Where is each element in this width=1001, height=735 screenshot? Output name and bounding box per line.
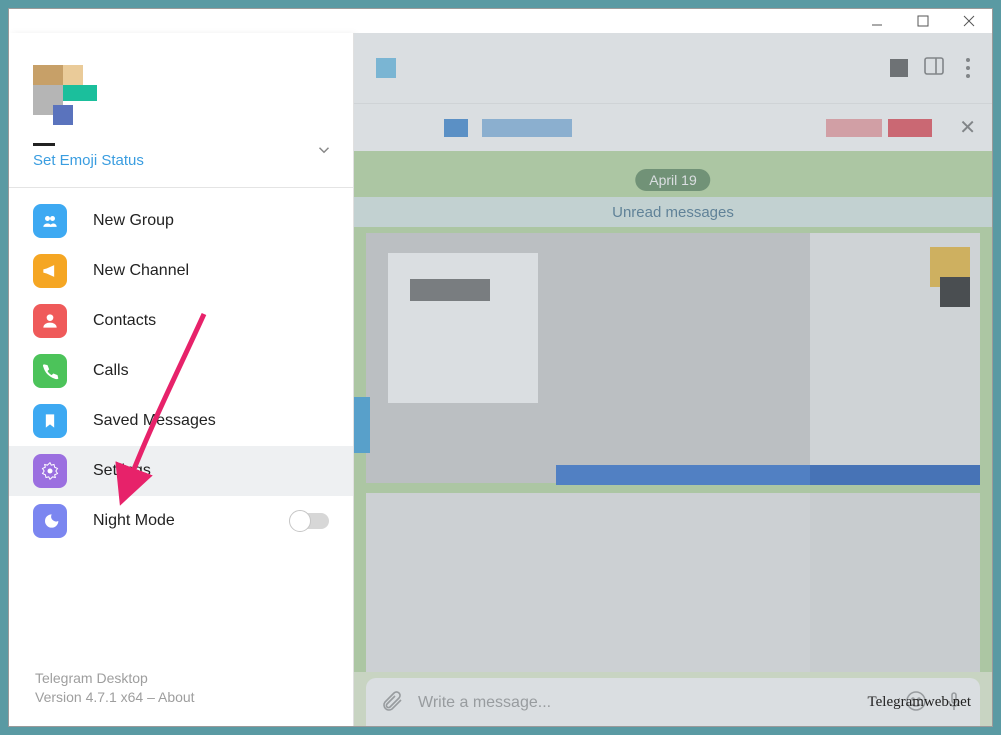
chat-avatar[interactable] — [376, 58, 396, 78]
titlebar — [9, 9, 992, 33]
message-input[interactable]: Write a message... — [418, 694, 890, 712]
close-button[interactable] — [946, 9, 992, 33]
person-icon — [33, 304, 67, 338]
menu-new-channel[interactable]: New Channel — [9, 246, 353, 296]
chat-scroll-area[interactable]: April 19 Unread messages — [354, 151, 992, 672]
night-mode-toggle[interactable] — [291, 513, 329, 529]
profile-header: Set Emoji Status — [9, 33, 353, 181]
drawer-menu: New Group New Channel Contacts Calls Sav… — [9, 188, 353, 554]
menu-label: Night Mode — [93, 512, 175, 530]
menu-night-mode[interactable]: Night Mode — [9, 496, 353, 546]
attach-icon[interactable] — [380, 689, 404, 718]
chevron-down-icon[interactable] — [315, 141, 333, 164]
date-pill: April 19 — [635, 169, 710, 191]
avatar[interactable] — [33, 61, 97, 125]
menu-saved-messages[interactable]: Saved Messages — [9, 396, 353, 446]
app-window: Set Emoji Status New Group New Channel C… — [8, 8, 993, 727]
header-placeholder-icon — [890, 59, 908, 77]
set-emoji-status-link[interactable]: Set Emoji Status — [33, 152, 333, 169]
megaphone-icon — [33, 254, 67, 288]
menu-label: New Group — [93, 212, 174, 230]
menu-new-group[interactable]: New Group — [9, 196, 353, 246]
menu-label: New Channel — [93, 262, 189, 280]
message-bubble[interactable] — [810, 493, 980, 672]
phone-icon — [33, 354, 67, 388]
bookmark-icon — [33, 404, 67, 438]
chat-header — [354, 33, 992, 103]
unread-divider: Unread messages — [354, 197, 992, 227]
menu-contacts[interactable]: Contacts — [9, 296, 353, 346]
sidebar-toggle-icon[interactable] — [922, 54, 946, 83]
moon-icon — [33, 504, 67, 538]
about-link[interactable]: About — [158, 689, 195, 705]
menu-label: Saved Messages — [93, 412, 216, 430]
menu-label: Settings — [93, 462, 151, 480]
menu-settings[interactable]: Settings — [9, 446, 353, 496]
gear-icon — [33, 454, 67, 488]
app-name: Telegram Desktop — [35, 669, 353, 689]
watermark: Telegramweb.net — [868, 694, 971, 711]
close-pinned-icon[interactable]: ✕ — [959, 115, 976, 140]
minimize-button[interactable] — [854, 9, 900, 33]
drawer-footer: Telegram Desktop Version 4.7.1 x64 – Abo… — [9, 669, 353, 727]
app-version: Version 4.7.1 x64 – — [35, 689, 158, 705]
messages — [366, 233, 980, 672]
username-redacted — [33, 143, 55, 146]
menu-label: Calls — [93, 362, 129, 380]
group-icon — [33, 204, 67, 238]
menu-label: Contacts — [93, 312, 156, 330]
main-area: ✕ April 19 Unread messages — [354, 33, 992, 727]
main-drawer: Set Emoji Status New Group New Channel C… — [9, 33, 354, 727]
more-menu-icon[interactable] — [960, 58, 976, 78]
message-bubble[interactable] — [810, 233, 980, 483]
maximize-button[interactable] — [900, 9, 946, 33]
folder-tab-indicator — [354, 397, 370, 453]
menu-calls[interactable]: Calls — [9, 346, 353, 396]
pinned-bar[interactable]: ✕ — [354, 103, 992, 151]
